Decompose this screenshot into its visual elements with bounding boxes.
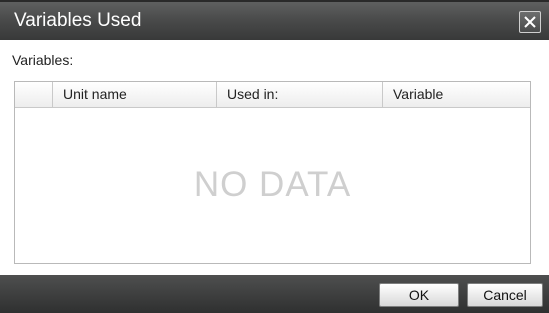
column-header-used-in[interactable]: Used in:	[217, 82, 383, 107]
table-header: Unit name Used in: Variable	[15, 82, 530, 108]
empty-table-message: NO DATA	[193, 165, 352, 204]
column-header-select[interactable]	[15, 82, 53, 107]
close-button[interactable]	[519, 11, 541, 33]
column-header-unit-name[interactable]: Unit name	[53, 82, 217, 107]
title-bar: Variables Used	[0, 0, 549, 40]
variables-used-dialog: Variables Used Variables: Unit name Used…	[0, 0, 549, 313]
variables-label: Variables:	[12, 52, 74, 68]
column-header-variable[interactable]: Variable	[383, 82, 530, 107]
cancel-button[interactable]: Cancel	[467, 283, 543, 307]
dialog-footer: OK Cancel	[0, 275, 549, 313]
ok-button[interactable]: OK	[379, 283, 459, 307]
variables-table: Unit name Used in: Variable NO DATA	[14, 81, 531, 264]
close-icon	[524, 16, 536, 28]
dialog-title: Variables Used	[14, 10, 142, 31]
